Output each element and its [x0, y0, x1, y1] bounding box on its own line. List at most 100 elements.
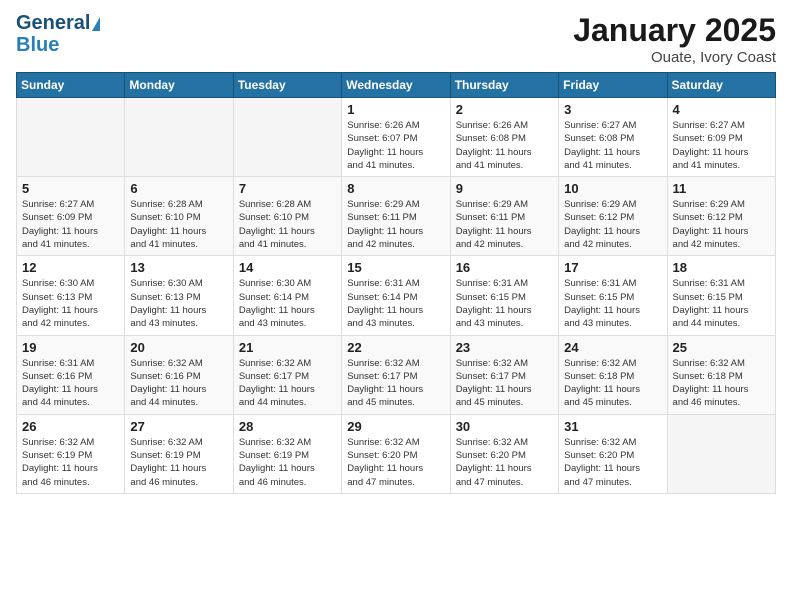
col-sunday: Sunday: [17, 73, 125, 98]
header: General Blue January 2025 Ouate, Ivory C…: [16, 12, 776, 66]
calendar-header-row: Sunday Monday Tuesday Wednesday Thursday…: [17, 73, 776, 98]
day-info: Sunrise: 6:27 AM Sunset: 6:09 PM Dayligh…: [673, 119, 770, 172]
table-row: 16 Sunrise: 6:31 AM Sunset: 6:15 PM Dayli…: [450, 256, 558, 335]
day-info: Sunrise: 6:30 AM Sunset: 6:13 PM Dayligh…: [22, 277, 119, 330]
day-number: 30: [456, 419, 553, 434]
day-info: Sunrise: 6:32 AM Sunset: 6:19 PM Dayligh…: [239, 436, 336, 489]
table-row: 25 Sunrise: 6:32 AM Sunset: 6:18 PM Dayli…: [667, 335, 775, 414]
day-number: 31: [564, 419, 661, 434]
calendar: Sunday Monday Tuesday Wednesday Thursday…: [16, 72, 776, 494]
day-info: Sunrise: 6:31 AM Sunset: 6:15 PM Dayligh…: [673, 277, 770, 330]
calendar-week-row: 26 Sunrise: 6:32 AM Sunset: 6:19 PM Dayli…: [17, 414, 776, 493]
day-info: Sunrise: 6:29 AM Sunset: 6:11 PM Dayligh…: [456, 198, 553, 251]
table-row: 18 Sunrise: 6:31 AM Sunset: 6:15 PM Dayli…: [667, 256, 775, 335]
col-thursday: Thursday: [450, 73, 558, 98]
day-number: 28: [239, 419, 336, 434]
day-number: 17: [564, 260, 661, 275]
table-row: 17 Sunrise: 6:31 AM Sunset: 6:15 PM Dayli…: [559, 256, 667, 335]
table-row: 20 Sunrise: 6:32 AM Sunset: 6:16 PM Dayli…: [125, 335, 233, 414]
title-block: January 2025 Ouate, Ivory Coast: [573, 12, 776, 66]
day-info: Sunrise: 6:32 AM Sunset: 6:19 PM Dayligh…: [22, 436, 119, 489]
day-info: Sunrise: 6:31 AM Sunset: 6:15 PM Dayligh…: [564, 277, 661, 330]
day-info: Sunrise: 6:32 AM Sunset: 6:19 PM Dayligh…: [130, 436, 227, 489]
day-info: Sunrise: 6:28 AM Sunset: 6:10 PM Dayligh…: [130, 198, 227, 251]
day-info: Sunrise: 6:32 AM Sunset: 6:18 PM Dayligh…: [673, 357, 770, 410]
day-number: 26: [22, 419, 119, 434]
table-row: 11 Sunrise: 6:29 AM Sunset: 6:12 PM Dayli…: [667, 177, 775, 256]
day-info: Sunrise: 6:32 AM Sunset: 6:20 PM Dayligh…: [564, 436, 661, 489]
col-monday: Monday: [125, 73, 233, 98]
table-row: 12 Sunrise: 6:30 AM Sunset: 6:13 PM Dayli…: [17, 256, 125, 335]
day-number: 22: [347, 340, 444, 355]
table-row: 21 Sunrise: 6:32 AM Sunset: 6:17 PM Dayli…: [233, 335, 341, 414]
day-info: Sunrise: 6:32 AM Sunset: 6:17 PM Dayligh…: [239, 357, 336, 410]
day-info: Sunrise: 6:30 AM Sunset: 6:13 PM Dayligh…: [130, 277, 227, 330]
day-number: 8: [347, 181, 444, 196]
day-info: Sunrise: 6:26 AM Sunset: 6:08 PM Dayligh…: [456, 119, 553, 172]
table-row: 30 Sunrise: 6:32 AM Sunset: 6:20 PM Dayli…: [450, 414, 558, 493]
table-row: 1 Sunrise: 6:26 AM Sunset: 6:07 PM Daylig…: [342, 98, 450, 177]
logo-blue: Blue: [16, 34, 59, 57]
table-row: [17, 98, 125, 177]
day-number: 29: [347, 419, 444, 434]
day-number: 6: [130, 181, 227, 196]
table-row: 10Sunrise: 6:29 AM Sunset: 6:12 PM Dayli…: [559, 177, 667, 256]
day-number: 7: [239, 181, 336, 196]
table-row: 31 Sunrise: 6:32 AM Sunset: 6:20 PM Dayli…: [559, 414, 667, 493]
day-info: Sunrise: 6:30 AM Sunset: 6:14 PM Dayligh…: [239, 277, 336, 330]
table-row: 4Sunrise: 6:27 AM Sunset: 6:09 PM Daylig…: [667, 98, 775, 177]
day-info: Sunrise: 6:31 AM Sunset: 6:15 PM Dayligh…: [456, 277, 553, 330]
calendar-week-row: 19Sunrise: 6:31 AM Sunset: 6:16 PM Dayli…: [17, 335, 776, 414]
logo-text: General: [16, 12, 100, 34]
day-info: Sunrise: 6:32 AM Sunset: 6:20 PM Dayligh…: [347, 436, 444, 489]
day-number: 12: [22, 260, 119, 275]
day-number: 15: [347, 260, 444, 275]
day-number: 11: [673, 181, 770, 196]
table-row: 15 Sunrise: 6:31 AM Sunset: 6:14 PM Dayli…: [342, 256, 450, 335]
table-row: 23 Sunrise: 6:32 AM Sunset: 6:17 PM Dayli…: [450, 335, 558, 414]
table-row: 7 Sunrise: 6:28 AM Sunset: 6:10 PM Daylig…: [233, 177, 341, 256]
table-row: 5Sunrise: 6:27 AM Sunset: 6:09 PM Daylig…: [17, 177, 125, 256]
table-row: 9 Sunrise: 6:29 AM Sunset: 6:11 PM Daylig…: [450, 177, 558, 256]
logo: General Blue: [16, 12, 100, 57]
day-number: 23: [456, 340, 553, 355]
table-row: 28 Sunrise: 6:32 AM Sunset: 6:19 PM Dayli…: [233, 414, 341, 493]
day-number: 19: [22, 340, 119, 355]
col-saturday: Saturday: [667, 73, 775, 98]
table-row: [125, 98, 233, 177]
table-row: [233, 98, 341, 177]
day-info: Sunrise: 6:28 AM Sunset: 6:10 PM Dayligh…: [239, 198, 336, 251]
table-row: 2 Sunrise: 6:26 AM Sunset: 6:08 PM Daylig…: [450, 98, 558, 177]
day-number: 21: [239, 340, 336, 355]
page: General Blue January 2025 Ouate, Ivory C…: [0, 0, 792, 612]
day-number: 14: [239, 260, 336, 275]
day-info: Sunrise: 6:29 AM Sunset: 6:12 PM Dayligh…: [673, 198, 770, 251]
day-number: 27: [130, 419, 227, 434]
main-title: January 2025: [573, 12, 776, 49]
day-info: Sunrise: 6:32 AM Sunset: 6:16 PM Dayligh…: [130, 357, 227, 410]
day-info: Sunrise: 6:32 AM Sunset: 6:17 PM Dayligh…: [347, 357, 444, 410]
day-info: Sunrise: 6:29 AM Sunset: 6:11 PM Dayligh…: [347, 198, 444, 251]
day-number: 18: [673, 260, 770, 275]
calendar-week-row: 5Sunrise: 6:27 AM Sunset: 6:09 PM Daylig…: [17, 177, 776, 256]
day-info: Sunrise: 6:31 AM Sunset: 6:14 PM Dayligh…: [347, 277, 444, 330]
day-number: 24: [564, 340, 661, 355]
day-info: Sunrise: 6:27 AM Sunset: 6:08 PM Dayligh…: [564, 119, 661, 172]
table-row: 24Sunrise: 6:32 AM Sunset: 6:18 PM Dayli…: [559, 335, 667, 414]
day-info: Sunrise: 6:32 AM Sunset: 6:17 PM Dayligh…: [456, 357, 553, 410]
day-number: 2: [456, 102, 553, 117]
day-number: 20: [130, 340, 227, 355]
day-number: 16: [456, 260, 553, 275]
day-number: 1: [347, 102, 444, 117]
calendar-week-row: 12 Sunrise: 6:30 AM Sunset: 6:13 PM Dayli…: [17, 256, 776, 335]
col-wednesday: Wednesday: [342, 73, 450, 98]
subtitle: Ouate, Ivory Coast: [573, 49, 776, 66]
day-number: 25: [673, 340, 770, 355]
table-row: 19Sunrise: 6:31 AM Sunset: 6:16 PM Dayli…: [17, 335, 125, 414]
day-info: Sunrise: 6:32 AM Sunset: 6:20 PM Dayligh…: [456, 436, 553, 489]
day-number: 13: [130, 260, 227, 275]
table-row: 22 Sunrise: 6:32 AM Sunset: 6:17 PM Dayli…: [342, 335, 450, 414]
day-number: 9: [456, 181, 553, 196]
table-row: 14 Sunrise: 6:30 AM Sunset: 6:14 PM Dayli…: [233, 256, 341, 335]
day-info: Sunrise: 6:26 AM Sunset: 6:07 PM Dayligh…: [347, 119, 444, 172]
